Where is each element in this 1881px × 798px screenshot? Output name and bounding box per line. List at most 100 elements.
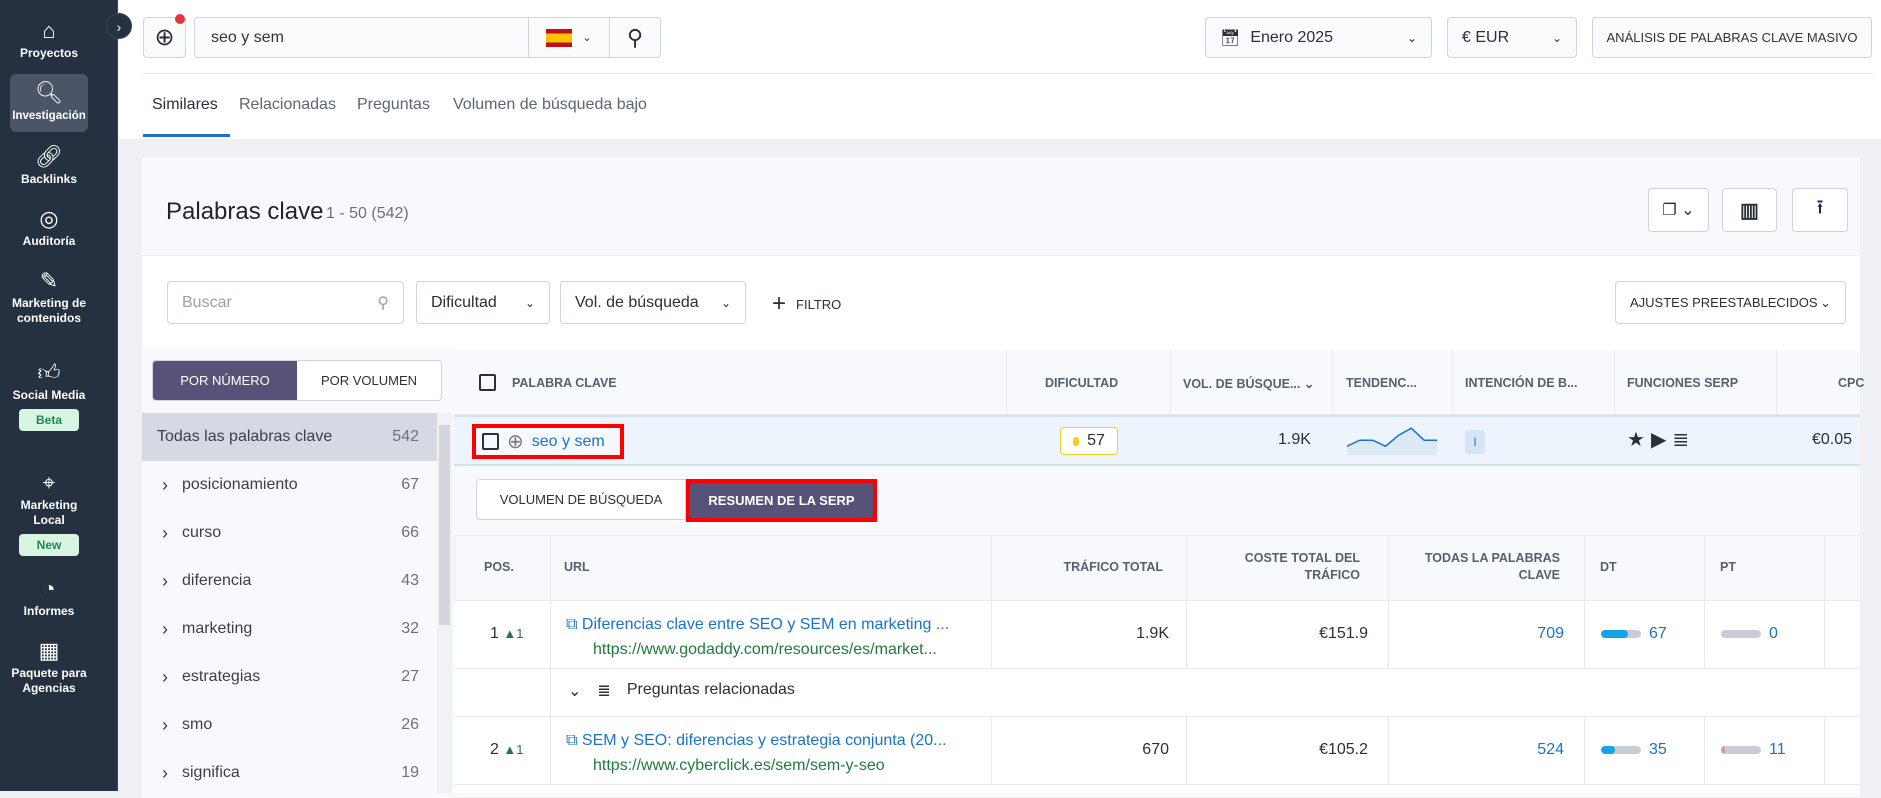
position: 2 ▲1 xyxy=(490,741,524,758)
upload-icon: ⭱ xyxy=(1816,197,1824,219)
related-questions-toggle[interactable]: ⌄ ≣ Preguntas relacionadas xyxy=(568,681,795,701)
copy-icon: ❐ ⌄ xyxy=(1662,202,1695,219)
chevron-down-icon: ⌄ xyxy=(524,295,535,310)
by-number-button[interactable]: POR NÚMERO xyxy=(153,361,297,400)
chevron-down-icon: ⌄ xyxy=(568,683,582,700)
copy-button[interactable]: ❐ ⌄ xyxy=(1648,188,1709,232)
result-title-link[interactable]: ⧉ Diferencias clave entre SEO y SEM en m… xyxy=(566,616,949,634)
difficulty-filter[interactable]: Dificultad ⌄ xyxy=(416,281,550,324)
volume-value: 1.9K xyxy=(1278,431,1311,448)
keyword-link[interactable]: seo y sem xyxy=(532,433,605,451)
currency-select[interactable]: € EUR ⌄ xyxy=(1447,17,1577,58)
external-link-icon: ⧉ xyxy=(566,616,578,633)
sidebar-toggle-button[interactable]: › xyxy=(106,13,132,39)
group-item[interactable]: › posicionamiento 67 xyxy=(142,461,437,509)
list-icon: ≣ xyxy=(597,683,611,700)
chevron-down-icon: ⌄ xyxy=(582,32,592,44)
col-keyword[interactable]: PALABRA CLAVE xyxy=(512,376,617,390)
chevron-right-icon: › xyxy=(162,570,168,591)
group-item[interactable]: › curso 66 xyxy=(142,509,437,557)
result-title-link[interactable]: ⧉ SEM y SEO: diferencias y estrategia co… xyxy=(566,732,947,750)
sidebar: ⌂ Proyectos 🔍︎ Investigación 🔗︎ Backlinks ◎… xyxy=(0,0,118,791)
group-list-scrollbar[interactable] xyxy=(437,413,452,793)
intent-badge: I xyxy=(1465,430,1485,454)
keyword-filter-input[interactable]: Buscar ⚲ xyxy=(167,281,404,324)
tab-similares[interactable]: Similares xyxy=(152,96,218,114)
columns-icon: ▥ xyxy=(1740,199,1759,222)
col-all-keywords: TODAS LA PALABRAS CLAVE xyxy=(1424,551,1560,582)
group-item[interactable]: › significa 19 xyxy=(142,749,437,797)
chevron-down-icon: ⌄ xyxy=(1820,294,1831,310)
building-icon: ▦ xyxy=(38,638,60,663)
tab-relacionadas[interactable]: Relacionadas xyxy=(239,96,336,114)
traffic-cost: €151.9 xyxy=(1319,625,1368,642)
group-item[interactable]: › diferencia 43 xyxy=(142,557,437,605)
difficulty-badge: 57 xyxy=(1060,427,1118,455)
search-button[interactable]: ⚲ xyxy=(609,18,660,57)
add-filter-button[interactable]: + FILTRO xyxy=(772,290,841,318)
plus-icon: + xyxy=(772,290,787,317)
sidebar-item-backlinks[interactable]: 🔗︎ Backlinks xyxy=(10,144,88,187)
sidebar-item-social-media[interactable]: 👍︎ Social Media Beta xyxy=(10,360,88,431)
sidebar-item-investigacion[interactable]: 🔍︎ Investigación xyxy=(10,74,88,132)
group-item[interactable]: › marketing 32 xyxy=(142,605,437,653)
col-traffic-cost: COSTE TOTAL DEL TRÁFICO xyxy=(1244,551,1360,582)
export-button[interactable]: ⭱ xyxy=(1792,188,1848,232)
group-item[interactable]: › smo 26 xyxy=(142,701,437,749)
result-url[interactable]: https://www.godaddy.com/resources/es/mar… xyxy=(593,641,937,659)
pt-bar xyxy=(1721,745,1761,754)
col-serp-features[interactable]: FUNCIONES SERP xyxy=(1627,376,1738,390)
sidebar-item-proyectos[interactable]: ⌂ Proyectos xyxy=(10,18,88,61)
check-circle-icon: ◎ xyxy=(39,206,59,231)
chevron-down-icon: ⌄ xyxy=(1406,30,1417,45)
volume-filter[interactable]: Vol. de búsqueda ⌄ xyxy=(560,281,746,324)
col-intent[interactable]: INTENCIÓN DE B... xyxy=(1465,376,1578,390)
pie-chart-icon: ◔ xyxy=(42,576,56,601)
position-change: ▲1 xyxy=(503,626,524,641)
col-difficulty[interactable]: DIFICULTAD xyxy=(1045,376,1118,390)
date-select[interactable]: 📅︎ Enero 2025 ⌄ xyxy=(1205,17,1432,58)
subtab-search-volume[interactable]: VOLUMEN DE BÚSQUEDA xyxy=(476,479,686,520)
home-icon: ⌂ xyxy=(42,18,56,43)
col-cpc[interactable]: CPC xyxy=(1838,376,1864,390)
subtab-serp-overview[interactable]: RESUMEN DE LA SERP xyxy=(686,479,877,522)
chevron-right-icon: › xyxy=(162,618,168,639)
beta-badge: Beta xyxy=(19,409,79,431)
sidebar-item-marketing-contenidos[interactable]: ✎ Marketing de contenidos xyxy=(10,268,88,326)
sidebar-item-auditoria[interactable]: ◎ Auditoría xyxy=(10,206,88,249)
pt-bar xyxy=(1721,629,1761,638)
country-select[interactable]: ⌄ xyxy=(528,18,609,57)
chevron-right-icon: › xyxy=(162,666,168,687)
col-volume[interactable]: VOL. DE BÚSQUE... ⌄ xyxy=(1183,376,1314,391)
link-icon: 🔗︎ xyxy=(35,144,63,169)
all-keywords-link[interactable]: 524 xyxy=(1388,741,1564,759)
bulk-analysis-button[interactable]: ANÁLISIS DE PALABRAS CLAVE MASIVO xyxy=(1592,17,1872,58)
search-icon: ⚲ xyxy=(377,294,389,312)
sidebar-item-marketing-local[interactable]: ⌖ Marketing Local New xyxy=(10,470,88,556)
group-item[interactable]: › estrategias 27 xyxy=(142,653,437,701)
col-total-traffic: TRÁFICO TOTAL xyxy=(1063,560,1163,574)
tab-preguntas[interactable]: Preguntas xyxy=(357,96,430,114)
sidebar-item-paquete-agencias[interactable]: ▦ Paquete para Agencias xyxy=(10,638,88,696)
by-volume-button[interactable]: POR VOLUMEN xyxy=(297,361,441,400)
laptop-search-icon: 🔍︎ xyxy=(35,80,63,105)
video-icon: ▶ xyxy=(1650,429,1667,451)
presets-select[interactable]: AJUSTES PREESTABLECIDOS ⌄ xyxy=(1615,281,1846,324)
search-input[interactable]: seo y sem xyxy=(195,29,528,47)
group-item[interactable]: Todas las palabras clave 542 xyxy=(142,413,437,461)
traffic-cost: €105.2 xyxy=(1319,741,1368,758)
tab-volumen-bajo[interactable]: Volumen de búsqueda bajo xyxy=(453,96,647,114)
col-trend[interactable]: TENDENC... xyxy=(1346,376,1417,390)
row-checkbox[interactable] xyxy=(482,433,499,450)
result-url[interactable]: https://www.cyberclick.es/sem/sem-y-seo xyxy=(593,757,885,775)
columns-button[interactable]: ▥ xyxy=(1722,188,1777,232)
trend-sparkline xyxy=(1346,427,1437,455)
edit-icon: ✎ xyxy=(39,268,59,293)
select-all-checkbox[interactable] xyxy=(479,374,496,391)
add-keyword-icon[interactable]: ⊕ xyxy=(507,429,524,454)
col-pt: PT xyxy=(1720,560,1736,574)
chevron-right-icon: › xyxy=(162,522,168,543)
sidebar-item-informes[interactable]: ◔ Informes xyxy=(10,576,88,619)
all-keywords-link[interactable]: 709 xyxy=(1388,625,1564,643)
keyword-highlight: ⊕ seo y sem xyxy=(472,424,624,459)
